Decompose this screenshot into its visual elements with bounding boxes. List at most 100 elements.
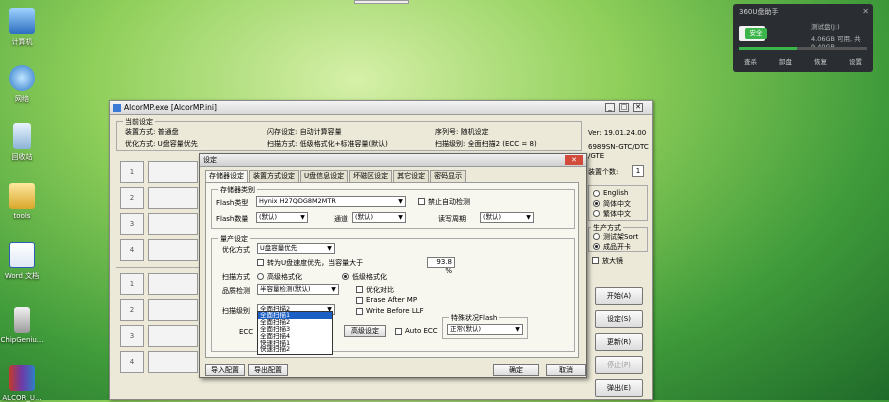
prod-radio-card[interactable] <box>593 243 600 250</box>
tab-bad-block[interactable]: 坏磁区设定 <box>349 170 393 182</box>
scan-level-dropdown: 全面扫描1 全面扫描2 全面扫描3 全面扫描4 快速扫描1 快速扫描2 <box>257 311 333 355</box>
slot-5[interactable]: 1 <box>120 273 144 295</box>
chevron-down-icon: ▼ <box>331 286 336 293</box>
stop-button[interactable]: 停止(P) <box>595 356 643 374</box>
speed-first-checkbox[interactable] <box>257 259 264 266</box>
close-icon[interactable]: ✕ <box>565 155 583 165</box>
advanced-settings-button[interactable]: 高级设定 <box>344 325 386 337</box>
info-mode: 装置方式: 普通盘 <box>125 128 179 136</box>
settings-button[interactable]: 设置 <box>849 55 862 70</box>
dropdown-option[interactable]: 全面扫描4 <box>258 333 332 340</box>
import-config-button[interactable]: 导入配置 <box>205 364 245 376</box>
scan-low-radio[interactable] <box>342 273 349 280</box>
app-icon <box>113 104 121 112</box>
slot-1[interactable]: 1 <box>120 161 144 183</box>
info-flash: 闪存设定: 自动计算容量 <box>267 128 342 136</box>
auto-detect-label: 禁止自动检测 <box>428 198 470 206</box>
prod-radio-sort[interactable] <box>593 233 600 240</box>
dropdown-option[interactable]: 全面扫描3 <box>258 326 332 333</box>
lang-radio-traditional[interactable] <box>593 210 600 217</box>
eject-button[interactable]: 卸盘 <box>779 55 792 70</box>
desktop-icon-network[interactable]: 网络 <box>0 65 44 104</box>
usb-helper-widget: 360U盘助手 ✕ 测试盘(J:) 4.06GB 可用, 共 9.40GB 安全… <box>733 4 873 72</box>
dropdown-option[interactable]: 快速扫描1 <box>258 340 332 347</box>
archive-icon <box>9 365 35 391</box>
scan-button[interactable]: 查杀 <box>744 55 757 70</box>
magnifier-checkbox[interactable] <box>592 257 599 264</box>
special-flash-group: 特殊状况Flash 正常(默认) ▼ <box>442 313 528 339</box>
desktop-icon-alcor[interactable]: ALCOR_U... <box>0 365 44 402</box>
lang-label: English <box>603 189 629 197</box>
tab-storage[interactable]: 存储器设定 <box>205 170 248 182</box>
settings-button[interactable]: 设定(S) <box>595 310 643 328</box>
restore-button[interactable]: 恢复 <box>814 55 827 70</box>
window-title: AlcorMP.exe [AlcorMP.ini] <box>124 103 217 112</box>
network-icon <box>9 65 35 91</box>
desktop-icon-label: 网络 <box>15 95 29 103</box>
prod-label: 成品开卡 <box>603 243 631 251</box>
desktop-icon-computer[interactable]: 计算机 <box>0 8 44 47</box>
slot-info <box>148 161 198 183</box>
current-settings-group: 当前设定 装置方式: 普通盘 闪存设定: 自动计算容量 序列号: 随机设定 优化… <box>116 117 582 151</box>
optimize-compare-label: 优化对比 <box>366 286 394 294</box>
auto-ecc-checkbox[interactable] <box>395 328 402 335</box>
close-icon[interactable]: ✕ <box>862 7 869 16</box>
tab-other[interactable]: 其它设定 <box>393 170 430 182</box>
tab-udisk-info[interactable]: U盘信息设定 <box>300 170 349 182</box>
dropdown-option[interactable]: 全面扫描2 <box>258 319 332 326</box>
optimize-compare-checkbox[interactable] <box>356 286 363 293</box>
optimize-label: 优化方式 <box>222 246 250 254</box>
slot-3[interactable]: 3 <box>120 213 144 235</box>
chevron-down-icon: ▼ <box>398 198 403 205</box>
desktop-icon-chipgenius[interactable]: ChipGeniu... <box>0 307 44 344</box>
slot-6[interactable]: 2 <box>120 299 144 321</box>
desktop-icon-word[interactable]: Word 文档 <box>0 242 44 281</box>
minimize-button[interactable]: _ <box>605 103 615 112</box>
cancel-button[interactable]: 取消 <box>546 364 586 376</box>
flash-count-label: Flash数量 <box>216 215 249 223</box>
read-cycle-select[interactable]: (默认) ▼ <box>480 212 534 223</box>
optimize-select[interactable]: U盘容量优先 ▼ <box>257 243 335 254</box>
channel-select[interactable]: (默认) ▼ <box>352 212 406 223</box>
special-flash-select[interactable]: 正常(默认) ▼ <box>447 324 523 335</box>
lang-radio-english[interactable] <box>593 190 600 197</box>
widget-title: 360U盘助手 <box>739 8 779 16</box>
tab-device-mode[interactable]: 装置方式设定 <box>249 170 299 182</box>
slot-info <box>148 213 198 235</box>
desktop-icon-label: 计算机 <box>11 38 33 46</box>
tab-password[interactable]: 密码显示 <box>430 170 467 182</box>
start-button[interactable]: 开始(A) <box>595 287 643 305</box>
refresh-button[interactable]: 更新(R) <box>595 333 643 351</box>
eject-button[interactable]: 弹出(E) <box>595 379 643 397</box>
desktop-icon-tools[interactable]: tools <box>0 183 44 220</box>
speed-threshold-input[interactable]: 93.8 % <box>427 257 455 275</box>
write-before-label: Write Before LLF <box>366 307 424 315</box>
detect-select[interactable]: 半容量检测(默认) ▼ <box>257 284 339 295</box>
maximize-button[interactable]: □ <box>619 103 629 112</box>
slot-7[interactable]: 3 <box>120 325 144 347</box>
slot-4[interactable]: 4 <box>120 239 144 261</box>
version-model-2: /GTE <box>588 152 605 160</box>
prod-label: 测试架Sort <box>603 233 639 241</box>
export-config-button[interactable]: 导出配置 <box>248 364 288 376</box>
desktop-icon-recycle-bin[interactable]: 回收站 <box>0 123 44 162</box>
slot-2[interactable]: 2 <box>120 187 144 209</box>
slot-8[interactable]: 4 <box>120 351 144 373</box>
flash-count-select[interactable]: (默认) ▼ <box>256 212 308 223</box>
write-before-checkbox[interactable] <box>356 308 363 315</box>
computer-icon <box>9 8 35 34</box>
ok-button[interactable]: 确定 <box>493 364 539 376</box>
lang-radio-simplified[interactable] <box>593 200 600 207</box>
erase-after-checkbox[interactable] <box>356 297 363 304</box>
close-button[interactable]: ✕ <box>633 103 643 112</box>
dialog-title: 设定 <box>203 156 217 164</box>
device-count[interactable]: 1 <box>632 165 644 177</box>
dropdown-option[interactable]: 快速扫描2 <box>258 346 332 353</box>
slot-info <box>148 187 198 209</box>
auto-detect-checkbox[interactable] <box>418 198 425 205</box>
flash-type-select[interactable]: Hynix H27QDG8M2MTR ▼ <box>256 196 406 207</box>
dropdown-option[interactable]: 全面扫描1 <box>258 312 332 319</box>
scan-high-radio[interactable] <box>257 273 264 280</box>
chevron-down-icon: ▼ <box>398 214 403 221</box>
group-title: 特殊状况Flash <box>449 313 500 323</box>
